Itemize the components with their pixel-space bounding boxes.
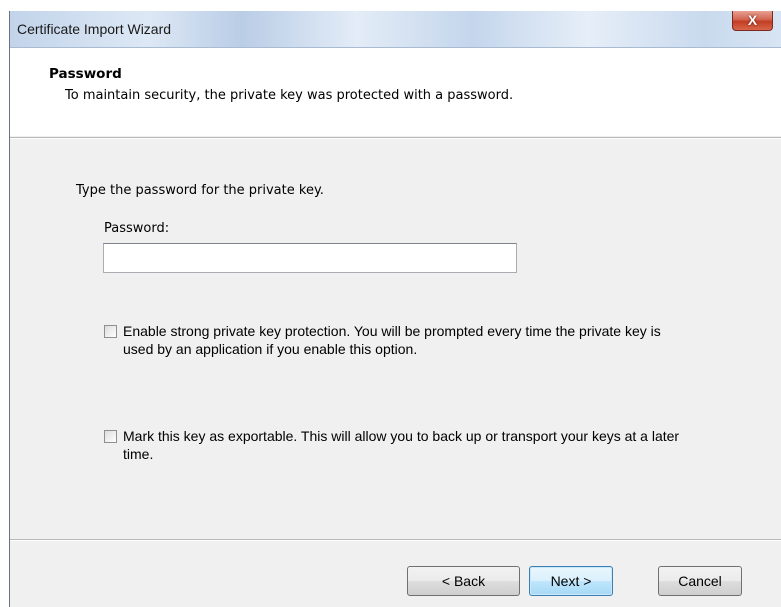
certificate-import-wizard-window: Certificate Import Wizard X Password To … xyxy=(9,11,781,607)
exportable-checkbox[interactable] xyxy=(104,430,117,443)
page-title: Password xyxy=(49,66,122,82)
title-bar: Certificate Import Wizard X xyxy=(10,11,781,48)
window-title: Certificate Import Wizard xyxy=(17,21,172,37)
password-label: Password: xyxy=(104,221,170,236)
strong-protection-label[interactable]: Enable strong private key protection. Yo… xyxy=(123,322,683,358)
close-icon: X xyxy=(747,12,758,28)
exportable-label[interactable]: Mark this key as exportable. This will a… xyxy=(123,427,683,463)
page-subtitle: To maintain security, the private key wa… xyxy=(65,88,514,103)
instruction-text: Type the password for the private key. xyxy=(76,183,324,198)
footer-divider xyxy=(10,539,781,541)
cancel-button[interactable]: Cancel xyxy=(658,566,742,596)
header-divider xyxy=(10,137,781,139)
close-button[interactable]: X xyxy=(732,11,773,31)
wizard-header: Password To maintain security, the priva… xyxy=(10,48,781,136)
next-button[interactable]: Next > xyxy=(529,566,613,596)
exportable-option[interactable]: Mark this key as exportable. This will a… xyxy=(104,427,683,463)
password-input[interactable] xyxy=(103,243,517,273)
back-button[interactable]: < Back xyxy=(407,566,520,596)
strong-protection-option[interactable]: Enable strong private key protection. Yo… xyxy=(104,322,683,358)
strong-protection-checkbox[interactable] xyxy=(104,325,117,338)
